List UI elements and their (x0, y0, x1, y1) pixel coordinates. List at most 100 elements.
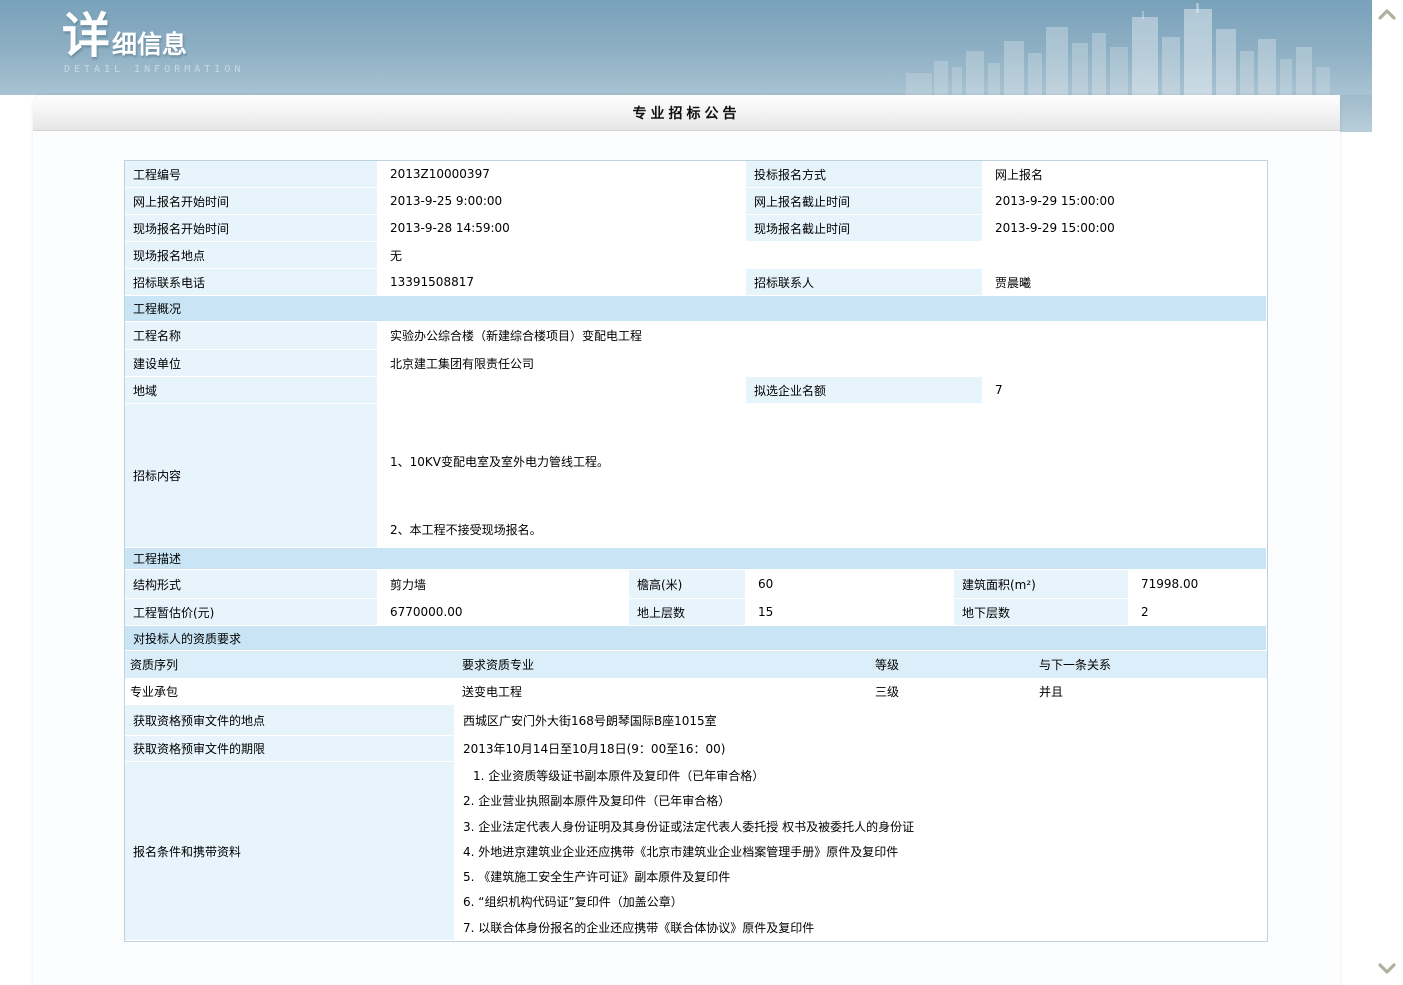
onsite-start-value: 2013-9-28 14:59:00 (378, 215, 746, 242)
column-header: 等级 (870, 651, 1034, 679)
contact-person-label: 招标联系人 (746, 269, 983, 296)
quota-label: 拟选企业名额 (746, 377, 983, 404)
structure-type-label: 结构形式 (125, 570, 378, 599)
table-row: 招标内容 1、10KV变配电室及室外电力管线工程。 2、本工程不接受现场报名。 (125, 404, 1267, 548)
table-row: 工程暂估价(元) 6770000.00 地上层数 15 地下层数 2 (125, 599, 1267, 626)
empty-cell (983, 242, 1267, 269)
preq-location-label: 获取资格预审文件的地点 (125, 705, 455, 736)
list-item: 6. “组织机构代码证”复印件（加盖公章） (463, 890, 1258, 915)
region-value (378, 377, 746, 404)
section-header-overview: 工程概况 (125, 296, 1267, 322)
onsite-location-value: 无 (378, 242, 746, 269)
column-header: 要求资质专业 (457, 651, 870, 679)
eave-height-value: 60 (746, 570, 954, 599)
logo-subtitle: DETAIL INFORMATION (64, 64, 244, 75)
table-row: 网上报名开始时间 2013-9-25 9:00:00 网上报名截止时间 2013… (125, 188, 1267, 215)
floors-above-label: 地上层数 (629, 599, 746, 626)
banner-right-extension (1340, 95, 1372, 132)
contact-phone-label: 招标联系电话 (125, 269, 378, 296)
site-logo: 详 细信息 DETAIL INFORMATION (62, 12, 244, 75)
onsite-deadline-label: 现场报名截止时间 (746, 215, 983, 242)
online-deadline-label: 网上报名截止时间 (746, 188, 983, 215)
list-item: 3. 企业法定代表人身份证明及其身份证或法定代表人委托授 权书及被委托人的身份证 (463, 815, 1258, 840)
estimated-price-value: 6770000.00 (378, 599, 629, 626)
project-name-label: 工程名称 (125, 322, 378, 350)
project-number-value: 2013Z10000397 (378, 161, 746, 188)
qualification-data-row: 专业承包 送变电工程 三级 并且 (125, 679, 1267, 705)
contact-person-value: 贾晨曦 (983, 269, 1267, 296)
quota-value: 7 (983, 377, 1267, 404)
estimated-price-label: 工程暂估价(元) (125, 599, 378, 626)
floor-area-value: 71998.00 (1129, 570, 1267, 599)
section-header-label: 工程概况 (125, 296, 1267, 322)
chevron-down-icon[interactable] (1378, 963, 1396, 975)
section-header-label: 工程描述 (125, 548, 1267, 570)
contact-phone-value: 13391508817 (378, 269, 746, 296)
floors-below-label: 地下层数 (954, 599, 1129, 626)
eave-height-label: 檐高(米) (629, 570, 746, 599)
onsite-start-label: 现场报名开始时间 (125, 215, 378, 242)
floors-above-value: 15 (746, 599, 954, 626)
qualification-relation-value: 并且 (1034, 679, 1267, 705)
bid-info-table: 工程编号 2013Z10000397 投标报名方式 网上报名 网上报名开始时间 … (124, 160, 1268, 942)
table-row: 工程名称 实验办公综合楼（新建综合楼项目）变配电工程 (125, 322, 1267, 350)
list-item: 2. 企业营业执照副本原件及复印件（已年审合格） (463, 789, 1258, 814)
table-row: 获取资格预审文件的期限 2013年10月14日至10月18日(9：00至16：0… (125, 736, 1267, 762)
logo-text-large: 详 (62, 12, 110, 60)
section-header-qualification: 对投标人的资质要求 (125, 626, 1267, 651)
bid-content-value: 1、10KV变配电室及室外电力管线工程。 2、本工程不接受现场报名。 (378, 404, 1267, 548)
registration-method-value: 网上报名 (983, 161, 1267, 188)
requirements-label: 报名条件和携带资料 (125, 762, 455, 941)
chevron-up-icon[interactable] (1378, 8, 1396, 20)
qualification-specialty-value: 送变电工程 (457, 679, 870, 705)
content-panel: 专业招标公告 工程编号 2013Z10000397 投标报名方式 网上报名 网上… (33, 95, 1340, 985)
online-start-value: 2013-9-25 9:00:00 (378, 188, 746, 215)
page-title: 专业招标公告 (33, 95, 1340, 131)
empty-cell (746, 242, 983, 269)
scrollbar[interactable] (1372, 0, 1403, 985)
onsite-location-label: 现场报名地点 (125, 242, 378, 269)
qualification-series-value: 专业承包 (125, 679, 457, 705)
table-row: 获取资格预审文件的地点 西城区广安门外大街168号朗琴国际B座1015室 (125, 705, 1267, 736)
qualification-column-header-row: 资质序列 要求资质专业 等级 与下一条关系 (125, 651, 1267, 679)
registration-method-label: 投标报名方式 (746, 161, 983, 188)
online-start-label: 网上报名开始时间 (125, 188, 378, 215)
section-header-label: 对投标人的资质要求 (125, 626, 1267, 651)
floors-below-value: 2 (1129, 599, 1267, 626)
construction-unit-label: 建设单位 (125, 350, 378, 377)
structure-type-value: 剪力墙 (378, 570, 629, 599)
onsite-deadline-value: 2013-9-29 15:00:00 (983, 215, 1267, 242)
section-header-description: 工程描述 (125, 548, 1267, 570)
table-row: 建设单位 北京建工集团有限责任公司 (125, 350, 1267, 377)
list-item: 5. 《建筑施工安全生产许可证》副本原件及复印件 (463, 865, 1258, 890)
bid-content-line: 2、本工程不接受现场报名。 (390, 522, 542, 538)
region-label: 地域 (125, 377, 378, 404)
logo-text-small: 细信息 (112, 32, 187, 57)
table-row: 招标联系电话 13391508817 招标联系人 贾晨曦 (125, 269, 1267, 296)
table-row: 地域 拟选企业名额 7 (125, 377, 1267, 404)
column-header: 资质序列 (125, 651, 457, 679)
table-row: 报名条件和携带资料 1. 企业资质等级证书副本原件及复印件（已年审合格） 2. … (125, 762, 1267, 941)
floor-area-label: 建筑面积(m²) (954, 570, 1129, 599)
bid-content-label: 招标内容 (125, 404, 378, 548)
list-item: 7. 以联合体身份报名的企业还应携带《联合体协议》原件及复印件 (463, 916, 1258, 941)
project-number-label: 工程编号 (125, 161, 378, 188)
preq-period-value: 2013年10月14日至10月18日(9：00至16：00) (455, 736, 1267, 762)
city-skyline-graphic (906, 3, 1336, 95)
table-row: 现场报名开始时间 2013-9-28 14:59:00 现场报名截止时间 201… (125, 215, 1267, 242)
preq-location-value: 西城区广安门外大街168号朗琴国际B座1015室 (455, 705, 1267, 736)
column-header: 与下一条关系 (1034, 651, 1267, 679)
preq-period-label: 获取资格预审文件的期限 (125, 736, 455, 762)
construction-unit-value: 北京建工集团有限责任公司 (378, 350, 1267, 377)
bid-content-line: 1、10KV变配电室及室外电力管线工程。 (390, 454, 609, 470)
list-item: 1. 企业资质等级证书副本原件及复印件（已年审合格） (473, 764, 1258, 789)
list-item: 4. 外地进京建筑业企业还应携带《北京市建筑业企业档案管理手册》原件及复印件 (463, 840, 1258, 865)
header-banner: 详 细信息 DETAIL INFORMATION (0, 0, 1372, 95)
qualification-grade-value: 三级 (870, 679, 1034, 705)
table-row: 结构形式 剪力墙 檐高(米) 60 建筑面积(m²) 71998.00 (125, 570, 1267, 599)
requirements-list: 1. 企业资质等级证书副本原件及复印件（已年审合格） 2. 企业营业执照副本原件… (455, 762, 1267, 941)
table-row: 现场报名地点 无 (125, 242, 1267, 269)
project-name-value: 实验办公综合楼（新建综合楼项目）变配电工程 (378, 322, 1267, 350)
online-deadline-value: 2013-9-29 15:00:00 (983, 188, 1267, 215)
table-row: 工程编号 2013Z10000397 投标报名方式 网上报名 (125, 161, 1267, 188)
